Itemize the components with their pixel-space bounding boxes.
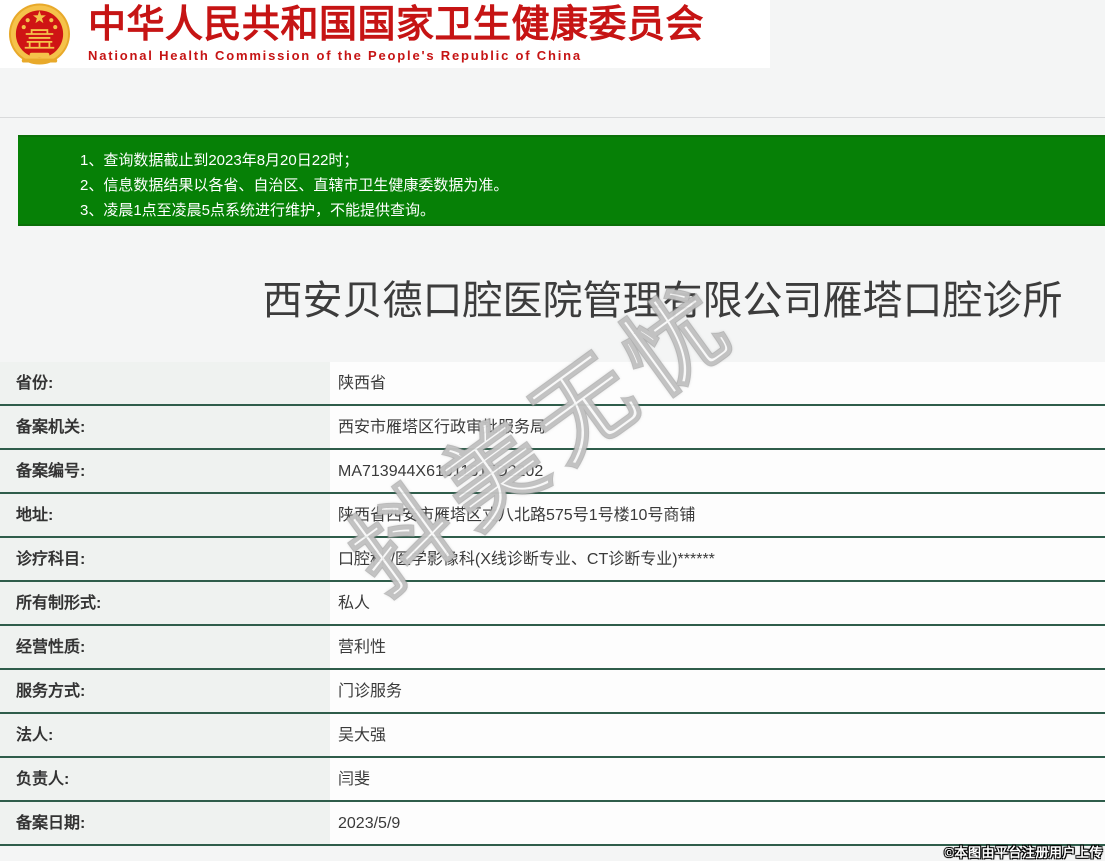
institution-name-title: 西安贝德口腔医院管理有限公司雁塔口腔诊所	[262, 279, 1063, 323]
notice-item: 3、凌晨1点至凌晨5点系统进行维护，不能提供查询。	[80, 202, 436, 219]
table-row: 备案编号: MA713944X61011317D2202	[0, 450, 1105, 494]
field-value: 陕西省西安市雁塔区丈八北路575号1号楼10号商铺	[330, 494, 1105, 536]
field-value: 2023/5/9	[330, 802, 1105, 844]
uploader-copyright-watermark: ©本图由平台注册用户上传	[944, 845, 1103, 860]
query-notice-box: 1、查询数据截止到2023年8月20日22时； 2、信息数据结果以各省、自治区、直…	[18, 135, 1105, 226]
site-title-chinese: 中华人民共和国国家卫生健康委员会	[88, 4, 705, 46]
table-row: 备案机关: 西安市雁塔区行政审批服务局	[0, 406, 1105, 450]
table-row: 地址: 陕西省西安市雁塔区丈八北路575号1号楼10号商铺	[0, 494, 1105, 538]
table-row: 备案日期: 2023/5/9	[0, 802, 1105, 846]
field-label: 备案机关:	[0, 406, 330, 448]
field-value: 陕西省	[330, 362, 1105, 404]
field-label: 备案编号:	[0, 450, 330, 492]
field-label: 地址:	[0, 494, 330, 536]
record-table: 省份: 陕西省 备案机关: 西安市雁塔区行政审批服务局 备案编号: MA713944X61…	[0, 362, 1105, 846]
field-value: 吴大强	[330, 714, 1105, 756]
table-row: 法人: 吴大强	[0, 714, 1105, 758]
field-value: 门诊服务	[330, 670, 1105, 712]
field-label: 经营性质:	[0, 626, 330, 668]
table-row: 诊疗科目: 口腔科 /医学影像科(X线诊断专业、CT诊断专业)******	[0, 538, 1105, 582]
field-label: 所有制形式:	[0, 582, 330, 624]
notice-item: 1、查询数据截止到2023年8月20日22时；	[80, 152, 359, 169]
field-value: 营利性	[330, 626, 1105, 668]
field-value: 口腔科 /医学影像科(X线诊断专业、CT诊断专业)******	[330, 538, 1105, 580]
table-row: 服务方式: 门诊服务	[0, 670, 1105, 714]
table-row: 经营性质: 营利性	[0, 626, 1105, 670]
field-label: 备案日期:	[0, 802, 330, 844]
field-value: 闫斐	[330, 758, 1105, 800]
field-value: 私人	[330, 582, 1105, 624]
field-label: 服务方式:	[0, 670, 330, 712]
notice-list: 1、查询数据截止到2023年8月20日22时； 2、信息数据结果以各省、自治区、直…	[80, 148, 1095, 223]
field-value: 西安市雁塔区行政审批服务局	[330, 406, 1105, 448]
china-national-emblem-icon	[8, 1, 71, 67]
header-titles: 中华人民共和国国家卫生健康委员会 National Health Commiss…	[88, 3, 758, 63]
site-title-english: National Health Commission of the People…	[88, 48, 582, 63]
field-label: 负责人:	[0, 758, 330, 800]
header-divider-line	[0, 117, 1105, 118]
field-value: MA713944X61011317D2202	[330, 450, 1105, 492]
site-header: 中华人民共和国国家卫生健康委员会 National Health Commiss…	[0, 0, 770, 68]
table-row: 所有制形式: 私人	[0, 582, 1105, 626]
field-label: 省份:	[0, 362, 330, 404]
table-row: 省份: 陕西省	[0, 362, 1105, 406]
table-row: 负责人: 闫斐	[0, 758, 1105, 802]
field-label: 法人:	[0, 714, 330, 756]
notice-item: 2、信息数据结果以各省、自治区、直辖市卫生健康委数据为准。	[80, 177, 509, 194]
field-label: 诊疗科目:	[0, 538, 330, 580]
